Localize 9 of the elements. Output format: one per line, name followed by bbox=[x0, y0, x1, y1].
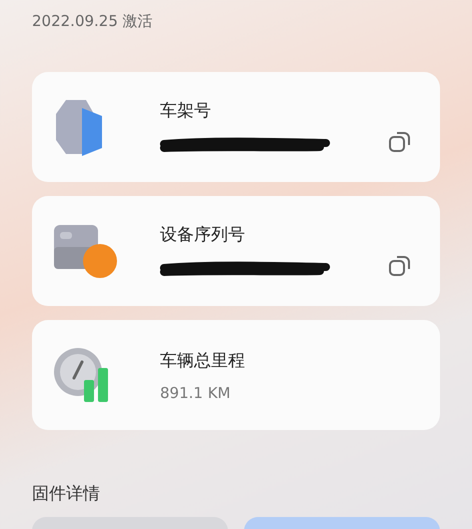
device-card-icon bbox=[52, 223, 118, 279]
section-title: 固件详情 bbox=[32, 483, 101, 505]
info-label: 车架号 bbox=[160, 100, 212, 122]
info-label: 设备序列号 bbox=[160, 224, 246, 246]
copy-icon[interactable] bbox=[388, 254, 412, 278]
activation-date: 2022.09.25 激活 bbox=[32, 11, 154, 32]
info-value: 891.1 KM bbox=[160, 384, 232, 402]
info-label: 车辆总里程 bbox=[160, 350, 246, 372]
copy-icon[interactable] bbox=[388, 130, 412, 154]
